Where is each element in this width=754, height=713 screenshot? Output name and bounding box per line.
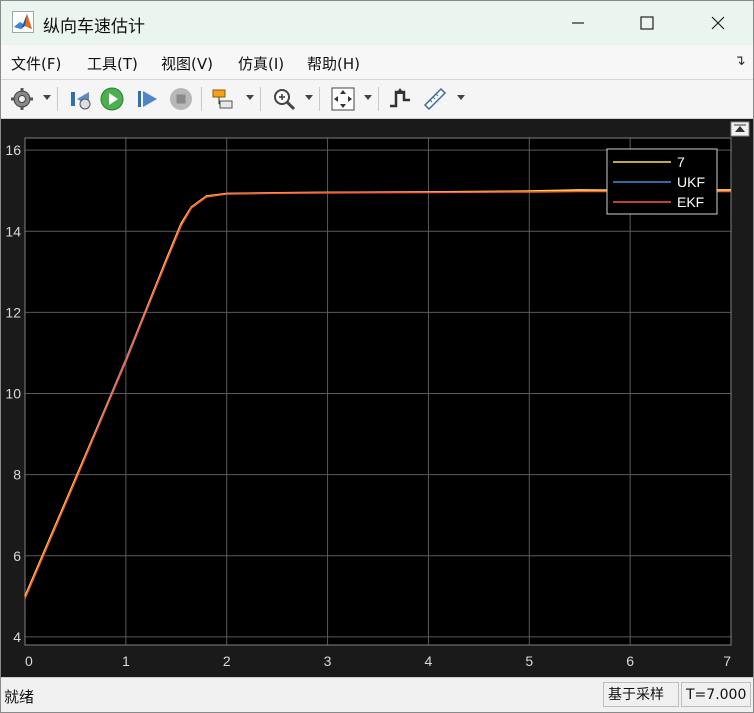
x-tick-label: 4 xyxy=(425,653,433,669)
menu-tools[interactable]: 工具(T) xyxy=(87,53,138,74)
y-tick-label: 16 xyxy=(5,142,21,158)
toolbar-separator xyxy=(378,87,379,111)
menu-simulation[interactable]: 仿真(I) xyxy=(238,53,284,74)
x-tick-label: 2 xyxy=(223,653,231,669)
maximize-button[interactable] xyxy=(624,1,670,45)
triggers-icon xyxy=(390,88,410,108)
matlab-logo-icon xyxy=(12,11,34,33)
minimize-icon xyxy=(572,22,584,24)
triggers-button[interactable] xyxy=(387,86,413,112)
zoom-in-icon xyxy=(274,89,296,111)
y-tick-label: 10 xyxy=(5,386,21,402)
status-text: 就绪 xyxy=(4,688,35,706)
fit-to-view-button[interactable] xyxy=(330,86,356,112)
highlight-dropdown-icon[interactable] xyxy=(246,95,254,100)
menu-view[interactable]: 视图(V) xyxy=(161,53,213,74)
close-button[interactable] xyxy=(695,1,741,45)
x-tick-label: 6 xyxy=(626,653,634,669)
toolbar xyxy=(1,80,753,119)
zoom-in-button[interactable] xyxy=(271,86,297,112)
measurements-dropdown-icon[interactable] xyxy=(457,95,465,100)
menu-help[interactable]: 帮助(H) xyxy=(307,53,360,74)
legend-label: UKF xyxy=(677,174,705,190)
y-tick-label: 14 xyxy=(5,223,21,239)
x-tick-label: 7 xyxy=(723,653,731,669)
step-back-button[interactable] xyxy=(67,86,93,112)
y-tick-label: 4 xyxy=(13,629,21,645)
highlight-simulink-block-icon xyxy=(212,89,233,109)
highlight-block-button[interactable] xyxy=(210,86,236,112)
run-icon xyxy=(100,87,124,111)
step-forward-button[interactable] xyxy=(135,86,161,112)
run-button[interactable] xyxy=(99,86,125,112)
x-tick-label: 3 xyxy=(324,653,332,669)
x-tick-label: 5 xyxy=(525,653,533,669)
fit-dropdown-icon[interactable] xyxy=(364,95,372,100)
scope-display[interactable]: 4 6 8 10 12 14 16 01234567 7 UKF EKF xyxy=(1,119,753,677)
close-icon xyxy=(711,16,725,30)
menu-file[interactable]: 文件(F) xyxy=(11,53,61,74)
stop-icon xyxy=(170,88,192,110)
sample-mode-badge: 基于采样 xyxy=(603,682,679,707)
measurements-icon xyxy=(423,87,447,111)
window-title: 纵向车速估计 xyxy=(43,17,145,37)
dock-arrow-icon[interactable]: ↴ xyxy=(734,53,746,69)
y-tick-label: 6 xyxy=(13,548,21,564)
settings-button[interactable] xyxy=(9,86,35,112)
menu-bar: 文件(F) 工具(T) 视图(V) 仿真(I) 帮助(H) ↴ xyxy=(1,45,753,80)
toolbar-separator xyxy=(201,87,202,111)
y-tick-label: 8 xyxy=(13,467,21,483)
status-bar: 就绪 基于采样 T=7.000 xyxy=(1,677,753,712)
title-bar[interactable]: 纵向车速估计 xyxy=(1,1,753,45)
zoom-dropdown-icon[interactable] xyxy=(305,95,313,100)
toolbar-separator xyxy=(260,87,261,111)
measurements-button[interactable] xyxy=(422,86,448,112)
velocity-chart[interactable]: 46810121416 01234567 7UKFEKF xyxy=(1,119,753,677)
toolbar-separator xyxy=(57,87,58,111)
step-forward-icon xyxy=(138,91,157,107)
minimize-button[interactable] xyxy=(555,1,601,45)
legend-label: EKF xyxy=(677,194,704,210)
legend-label: 7 xyxy=(677,154,685,170)
x-tick-label: 1 xyxy=(122,653,130,669)
sim-time-readout: T=7.000 xyxy=(681,682,751,707)
fit-to-view-icon xyxy=(331,87,355,111)
scope-window: 纵向车速估计 文件(F) 工具(T) 视图(V) 仿真(I) 帮助(H) ↴ 4… xyxy=(0,0,754,713)
maximize-icon xyxy=(640,16,654,30)
toolbar-separator xyxy=(319,87,320,111)
settings-dropdown-icon[interactable] xyxy=(43,95,51,100)
y-tick-label: 12 xyxy=(5,304,21,320)
stop-button[interactable] xyxy=(168,86,194,112)
x-tick-label: 0 xyxy=(25,653,33,669)
restore-axes-button[interactable] xyxy=(730,121,750,137)
settings-icon xyxy=(11,88,33,110)
step-back-icon xyxy=(71,92,91,110)
